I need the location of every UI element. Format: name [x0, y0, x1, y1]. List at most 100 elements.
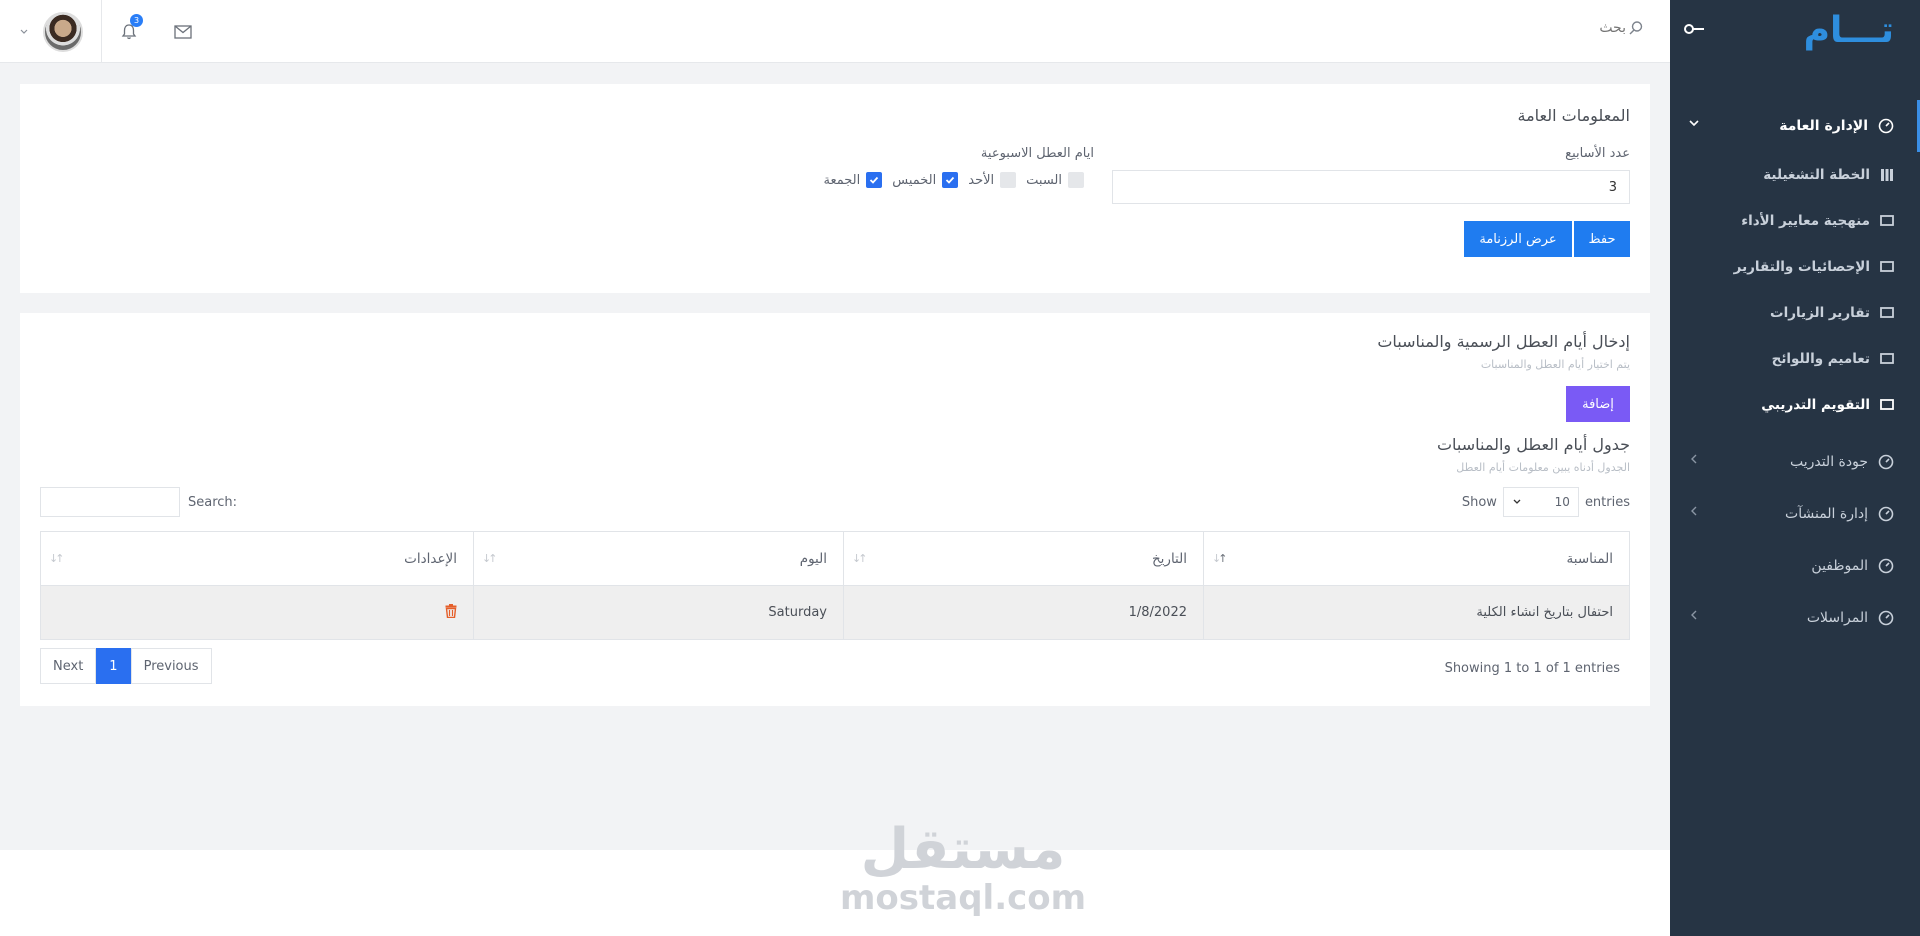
table-info: Showing 1 to 1 of 1 entries [1444, 661, 1620, 676]
sidebar-item-facilities[interactable]: إدارة المنشآت [1670, 488, 1920, 540]
card-title: المعلومات العامة [1517, 106, 1630, 125]
holidays-card: إدخال أيام العطل الرسمية والمناسبات يتم … [20, 313, 1650, 706]
chevron-down-icon[interactable] [19, 27, 29, 37]
column-header-occasion[interactable]: المناسبة ↑↓ [1203, 531, 1630, 586]
dashboard-icon [1878, 118, 1894, 134]
sidebar-subitem-training-calendar[interactable]: التقويم التدريبي [1670, 382, 1920, 428]
checkbox-checked[interactable] [942, 172, 959, 188]
search-input[interactable] [1506, 20, 1626, 36]
page-button-current[interactable]: 1 [96, 648, 131, 684]
sidebar-subitem-label: التقويم التدريبي [1761, 397, 1870, 413]
messages-button[interactable] [156, 0, 210, 63]
sidebar-subitem-circulars[interactable]: تعاميم واللوائح [1670, 336, 1920, 382]
avatar[interactable] [42, 11, 83, 52]
checkbox-friday[interactable]: الجمعة [824, 172, 883, 188]
sidebar-subitem-label: تعاميم واللوائح [1771, 351, 1870, 367]
sidebar-item-label: إدارة المنشآت [1785, 506, 1868, 522]
entries-select[interactable]: 10 [1502, 487, 1579, 517]
entries-length: Show 10 entries [1462, 487, 1630, 517]
checkbox[interactable] [1068, 172, 1084, 188]
sidebar-subitem-operational-plan[interactable]: الخطة التشغيلية [1670, 152, 1920, 198]
checkbox-thursday[interactable]: الخميس [892, 172, 959, 188]
screen-icon [1880, 399, 1894, 410]
checkbox-label: الخميس [892, 172, 937, 188]
chevron-left-icon [1691, 454, 1697, 464]
cell-occasion: احتفال بتاريخ انشاء الكلية [1203, 585, 1630, 640]
sidebar-subitem-performance-standards[interactable]: منهجية معايير الأداء [1670, 198, 1920, 244]
watermark-english: mostaql.com [840, 878, 1087, 918]
check-icon [870, 176, 879, 184]
sort-icon: ↑↓ [852, 552, 868, 565]
grid-icon [1881, 169, 1893, 181]
checkbox-label: السبت [1026, 172, 1062, 188]
sidebar-subitem-label: تقارير الزيارات [1770, 305, 1870, 321]
weeks-label: عدد الأسابيع [1565, 146, 1630, 161]
sort-icon: ↑↓ [49, 552, 65, 565]
sidebar-item-training-quality[interactable]: جودة التدريب [1670, 436, 1920, 488]
check-icon [946, 176, 955, 184]
checkbox-label: الأحد [968, 172, 995, 188]
column-label: التاريخ [1151, 550, 1187, 567]
weeks-input[interactable] [1112, 170, 1630, 204]
dashboard-icon [1878, 558, 1894, 574]
screen-icon [1880, 353, 1894, 364]
next-button[interactable]: Next [40, 648, 97, 684]
show-calendar-button[interactable]: عرض الرزنامة [1464, 221, 1572, 257]
column-header-date[interactable]: التاريخ ↑↓ [843, 531, 1204, 586]
top-bar: 3 [0, 0, 1670, 63]
key-icon[interactable] [1684, 22, 1706, 36]
search-label: Search: [188, 494, 238, 510]
save-button[interactable]: حفظ [1574, 221, 1630, 257]
checkbox-label: الجمعة [823, 172, 861, 188]
top-bar-actions: 3 [0, 0, 210, 63]
sidebar-item-general-admin[interactable]: الإدارة العامة [1670, 100, 1920, 152]
dashboard-icon [1878, 506, 1894, 522]
search-icon[interactable] [1628, 20, 1644, 36]
column-header-day[interactable]: اليوم ↑↓ [473, 531, 844, 586]
screen-icon [1880, 215, 1894, 226]
table-search: Search: [40, 487, 237, 517]
watermark: مستقل mostaql.com [840, 820, 1087, 918]
sidebar-subitem-statistics-reports[interactable]: الإحصائيات والتقارير [1670, 244, 1920, 290]
weekend-label: ايام العطل الاسبوعية [980, 146, 1094, 161]
sidebar-item-label: الإدارة العامة [1779, 118, 1868, 134]
chevron-left-icon [1691, 610, 1697, 620]
sort-icon: ↑↓ [1212, 552, 1228, 565]
trash-icon[interactable] [445, 603, 457, 618]
add-button[interactable]: إضافة [1566, 386, 1630, 422]
cell-settings [40, 585, 474, 640]
section-subtitle: يتم اختيار أيام العطل والمناسبات [1480, 358, 1630, 371]
sidebar-item-label: جودة التدريب [1789, 454, 1868, 470]
cell-day: Saturday [473, 585, 844, 640]
user-menu[interactable] [0, 0, 102, 63]
logo: تـــام [1803, 10, 1894, 51]
sort-icon: ↑↓ [482, 552, 498, 565]
sidebar-item-label: الموظفين [1811, 558, 1868, 574]
column-label: الإعدادات [404, 550, 457, 567]
screen-icon [1880, 307, 1894, 318]
column-label: المناسبة [1566, 550, 1613, 567]
previous-button[interactable]: Previous [130, 648, 212, 684]
section-title: إدخال أيام العطل الرسمية والمناسبات [1377, 332, 1630, 351]
footer [0, 850, 1670, 936]
sidebar: تـــام الإدارة العامة الخطة التشغيلية من… [1670, 0, 1920, 936]
cell-date: 1/8/2022 [843, 585, 1204, 640]
holidays-table: المناسبة ↑↓ التاريخ ↑↓ اليوم ↑↓ الإعدادات ↑↓… [40, 531, 1630, 640]
sidebar-subitem-visit-reports[interactable]: تقارير الزيارات [1670, 290, 1920, 336]
column-header-settings[interactable]: الإعدادات ↑↓ [40, 531, 474, 586]
checkbox-sunday[interactable]: الأحد [968, 172, 1017, 188]
table-header-row: المناسبة ↑↓ التاريخ ↑↓ اليوم ↑↓ الإعدادات ↑↓ [40, 531, 1630, 586]
weekend-days: السبت الأحد الخميس الجمعة [824, 172, 1084, 188]
dashboard-icon [1878, 610, 1894, 626]
chevron-down-icon [1513, 499, 1521, 504]
checkbox-checked[interactable] [866, 172, 883, 188]
table-search-input[interactable] [40, 487, 180, 517]
notifications-button[interactable]: 3 [102, 0, 156, 63]
entries-label: entries [1584, 494, 1630, 510]
sidebar-item-employees[interactable]: الموظفين [1670, 540, 1920, 592]
sidebar-item-correspondence[interactable]: المراسلات [1670, 592, 1920, 644]
checkbox[interactable] [1000, 172, 1017, 188]
mail-icon [174, 24, 192, 39]
top-search [1506, 20, 1644, 36]
checkbox-saturday[interactable]: السبت [1026, 172, 1084, 188]
